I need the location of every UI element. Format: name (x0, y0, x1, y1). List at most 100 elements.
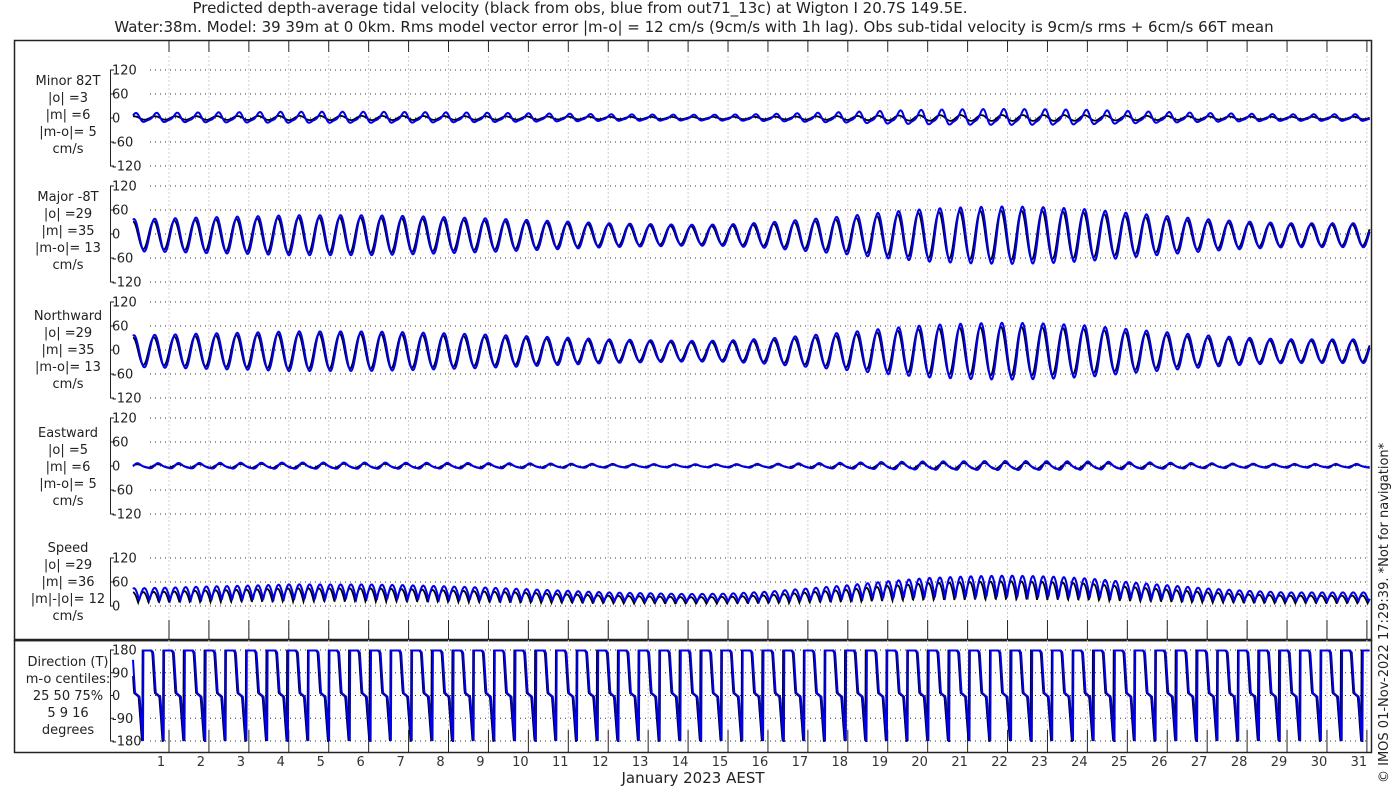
day-label: 6 (357, 755, 365, 770)
panel-label-line: |o| =5 (48, 443, 88, 458)
series-model-line (132, 321, 1371, 381)
y-tick-label: 0 (112, 600, 120, 615)
y-tick-label: 60 (112, 204, 129, 219)
y-tick-label: -60 (112, 484, 133, 499)
day-label: 3 (237, 755, 245, 770)
y-tick-label: 60 (112, 436, 129, 451)
day-label: 4 (277, 755, 285, 770)
panel-label-line: |m| =35 (42, 224, 95, 239)
day-grid (168, 41, 1368, 752)
y-tick-label: 120 (112, 180, 137, 195)
y-tick-label: -120 (112, 392, 142, 407)
panel-label-line: |o| =29 (44, 558, 92, 573)
day-label: 26 (1151, 755, 1168, 770)
panel-label-line: |m-o|= 13 (35, 360, 101, 375)
day-label: 16 (752, 755, 769, 770)
y-tick-label: 60 (112, 576, 129, 591)
day-label: 2 (197, 755, 205, 770)
y-tick-label: -120 (112, 276, 142, 291)
day-label: 27 (1191, 755, 1208, 770)
y-tick-label: 0 (112, 344, 120, 359)
day-label: 28 (1231, 755, 1248, 770)
y-tick-label: 0 (112, 228, 120, 243)
series-model-line (132, 205, 1371, 265)
y-tick-label: 120 (112, 64, 137, 79)
day-label: 15 (712, 755, 729, 770)
x-axis-day-labels: 1 2 3 4 5 6 7 8 9 10 11 12 13 14 15 16 17 18 19 20 21 22 23 24 2… (157, 755, 1367, 770)
day-label: 23 (1031, 755, 1048, 770)
y-tick-label: -180 (112, 735, 142, 750)
x-axis-label: January 2023 AEST (621, 769, 766, 787)
day-label: 9 (476, 755, 484, 770)
panel-label-line: Direction (T) (28, 655, 109, 670)
panel-speed: Speed |o| =29 |m| =36 |m|-|o|= 12 cm/s 120 60 0 (31, 541, 1371, 624)
y-tick-label: 180 (112, 644, 137, 659)
tidal-velocity-chart: Predicted depth-average tidal velocity (… (13, 0, 1392, 787)
day-label: 22 (991, 755, 1008, 770)
day-label: 20 (911, 755, 928, 770)
day-label: 12 (592, 755, 609, 770)
panel-label-line: |o| =29 (44, 326, 92, 341)
panel-label-line: m-o centiles: (26, 672, 111, 687)
panels: Minor 82T |o| =3 |m| =6 |m-o|= 5 cm/s 120 60 0 -… (26, 64, 1371, 750)
panel-label-line: cm/s (53, 377, 84, 392)
panel-label-line: Speed (48, 541, 89, 556)
panel-north: Northward |o| =29 |m| =35 |m-o|= 13 cm/s 120 6… (34, 296, 1371, 407)
day-label: 14 (672, 755, 689, 770)
day-label: 29 (1271, 755, 1288, 770)
y-tick-label: 60 (112, 88, 129, 103)
panel-label-line: 5 9 16 (47, 706, 88, 721)
y-tick-label: 0 (112, 112, 120, 127)
day-label: 11 (552, 755, 569, 770)
panel-label-line: Eastward (38, 426, 98, 441)
day-label: 30 (1311, 755, 1328, 770)
y-tick-label: -60 (112, 136, 133, 151)
panel-label-line: |m| =36 (42, 575, 95, 590)
chart-title-line1: Predicted depth-average tidal velocity (… (192, 0, 967, 18)
day-label: 31 (1351, 755, 1368, 770)
y-tick-label: 60 (112, 320, 129, 335)
panel-label-line: cm/s (53, 609, 84, 624)
y-tick-label: 120 (112, 296, 137, 311)
panel-label-line: Northward (34, 309, 102, 324)
y-tick-label: 120 (112, 552, 137, 567)
panel-label-line: cm/s (53, 258, 84, 273)
panel-label-line: degrees (42, 723, 95, 738)
day-label: 19 (871, 755, 888, 770)
day-label: 1 (157, 755, 165, 770)
day-label: 17 (792, 755, 809, 770)
day-label: 8 (436, 755, 444, 770)
y-tick-label: -90 (112, 712, 133, 727)
y-tick-label: -60 (112, 368, 133, 383)
panel-label-line: cm/s (53, 142, 84, 157)
day-label: 13 (632, 755, 649, 770)
day-label: 18 (832, 755, 849, 770)
day-label: 24 (1071, 755, 1088, 770)
day-label: 7 (396, 755, 404, 770)
panel-label-line: Major -8T (37, 190, 98, 205)
panel-label-line: |m|-|o|= 12 (31, 592, 105, 607)
panel-label-line: |m-o|= 13 (35, 241, 101, 256)
panel-label-line: |m| =35 (42, 343, 95, 358)
copyright-notice: © IMOS 01-Nov-2022 17:29:39. *Not for na… (1377, 442, 1392, 783)
panel-label-line: cm/s (53, 494, 84, 509)
day-label: 5 (317, 755, 325, 770)
panel-east: Eastward |o| =5 |m| =6 |m-o|= 5 cm/s 120 60 0 -6… (38, 412, 1370, 523)
y-tick-label: -60 (112, 252, 133, 267)
chart-title-line2: Water:38m. Model: 39 39m at 0 0km. Rms m… (114, 18, 1273, 36)
day-label: 25 (1111, 755, 1128, 770)
panel-direction: Direction (T) m-o centiles: 25 50 75% 5 9 1… (26, 644, 1370, 750)
day-label: 10 (512, 755, 529, 770)
y-tick-label: 0 (112, 689, 120, 704)
y-tick-label: -120 (112, 160, 142, 175)
panel-label-line: |o| =3 (48, 91, 88, 106)
y-tick-label: -120 (112, 508, 142, 523)
panel-label-line: 25 50 75% (33, 689, 103, 704)
panel-label-line: |m-o|= 5 (39, 125, 97, 140)
panel-label-line: Minor 82T (36, 74, 101, 89)
panel-label-line: |m| =6 (46, 108, 91, 123)
panel-minor: Minor 82T |o| =3 |m| =6 |m-o|= 5 cm/s 120 60 0 -… (36, 64, 1371, 175)
y-tick-label: 120 (112, 412, 137, 427)
day-label: 21 (951, 755, 968, 770)
y-tick-label: 0 (112, 460, 120, 475)
